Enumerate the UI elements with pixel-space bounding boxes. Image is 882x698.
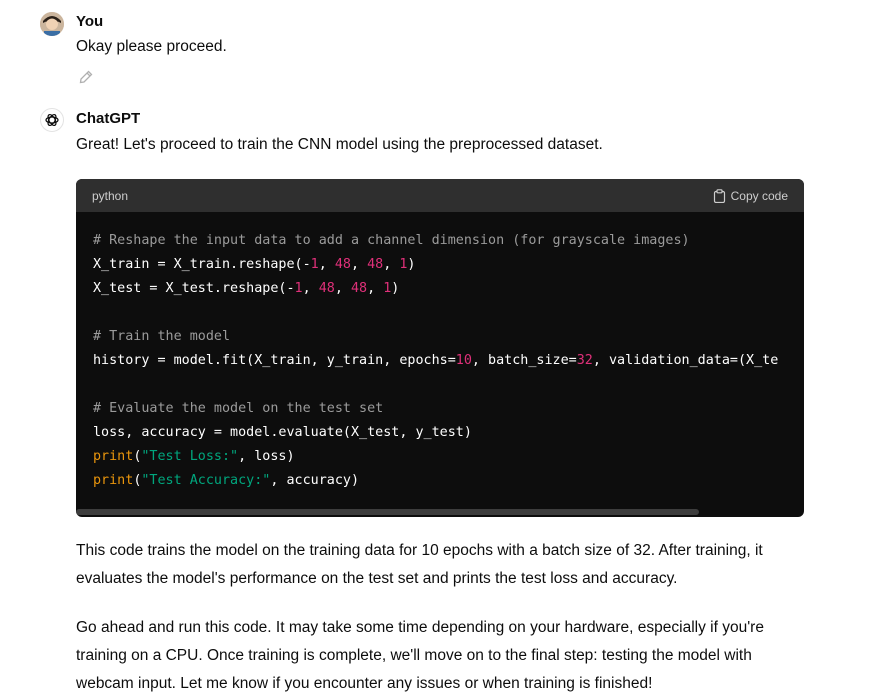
code-line: history = model.fit(X_train, y_train, ep…: [93, 349, 804, 373]
code-token: ,: [367, 281, 384, 296]
code-line: loss, accuracy = model.evaluate(X_test, …: [93, 421, 804, 445]
code-token: , loss): [238, 449, 295, 464]
code-token: ,: [318, 257, 335, 272]
code-token: X_test = X_test.reshape(-: [93, 281, 295, 296]
code-token: , accuracy): [270, 473, 360, 488]
code-line: X_test = X_test.reshape(-1, 48, 48, 1): [93, 277, 804, 301]
code-token: , validation_data=(X_te: [592, 353, 779, 368]
code-line: print("Test Loss:", loss): [93, 445, 804, 469]
code-token: 48: [367, 257, 384, 272]
chatgpt-logo-icon: [40, 108, 64, 132]
code-line: X_train = X_train.reshape(-1, 48, 48, 1): [93, 253, 804, 277]
code-token: # Reshape the input data to add a channe…: [93, 233, 690, 248]
code-line: print("Test Accuracy:", accuracy): [93, 469, 804, 493]
assistant-intro-text: Great! Let's proceed to train the CNN mo…: [76, 136, 603, 153]
code-token: # Train the model: [93, 329, 231, 344]
code-line: # Reshape the input data to add a channe…: [93, 229, 804, 253]
code-token: ,: [302, 281, 319, 296]
assistant-author-name: ChatGPT: [76, 110, 141, 127]
code-token: history = model.fit(X_train, y_train, ep…: [93, 353, 456, 368]
code-token: 1: [310, 257, 319, 272]
next-steps-line-1: Go ahead and run this code. It may take …: [76, 619, 764, 636]
code-token: 1: [294, 281, 303, 296]
code-token: # Evaluate the model on the test set: [93, 401, 384, 416]
code-language-label: python: [92, 188, 129, 203]
code-token: 48: [350, 281, 368, 296]
code-token: , batch_size=: [471, 353, 577, 368]
code-token: X_train = X_train.reshape(-: [93, 257, 311, 272]
code-block: python Copy code # Reshape the input dat…: [76, 179, 804, 517]
code-token: ): [391, 281, 400, 296]
code-token: ,: [383, 257, 400, 272]
explanation-line-1: This code trains the model on the traini…: [76, 542, 763, 559]
horizontal-scrollbar[interactable]: [76, 509, 699, 515]
user-author-name: You: [76, 13, 104, 30]
code-line: # Train the model: [93, 325, 804, 349]
code-token: loss, accuracy = model.evaluate(X_test, …: [93, 425, 472, 440]
explanation-line-2: evaluates the model's performance on the…: [76, 570, 678, 587]
copy-code-label: Copy code: [730, 188, 788, 203]
code-token: ,: [350, 257, 368, 272]
code-token: 10: [455, 353, 472, 368]
code-token: "Test Accuracy:": [141, 473, 271, 488]
code-token: 48: [318, 281, 335, 296]
next-steps-line-2: training on a CPU. Once training is comp…: [76, 647, 752, 664]
next-steps-line-3: webcam input. Let me know if you encount…: [76, 675, 653, 692]
code-line: # Evaluate the model on the test set: [93, 397, 804, 421]
user-avatar: [40, 12, 64, 36]
code-header: python Copy code: [76, 179, 804, 212]
code-token: print: [93, 473, 134, 488]
code-token: 32: [576, 353, 593, 368]
edit-pencil-icon[interactable]: [78, 69, 94, 85]
code-token: ,: [334, 281, 351, 296]
code-token: ): [407, 257, 416, 272]
code-token: print: [93, 449, 134, 464]
code-token: 48: [334, 257, 351, 272]
user-message-text: Okay please proceed.: [76, 38, 227, 55]
clipboard-icon: [713, 188, 725, 203]
code-token: "Test Loss:": [141, 449, 239, 464]
code-content: # Reshape the input data to add a channe…: [93, 229, 804, 493]
copy-code-button[interactable]: Copy code: [713, 189, 788, 203]
